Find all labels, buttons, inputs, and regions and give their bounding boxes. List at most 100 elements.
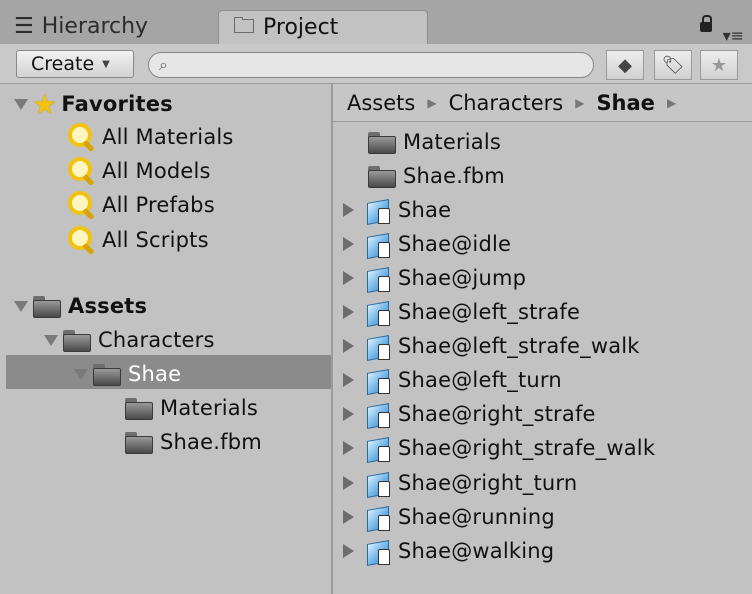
favorites-item-label: All Prefabs xyxy=(102,193,215,217)
expand-arrow-icon[interactable] xyxy=(14,98,28,110)
folder-icon xyxy=(62,328,92,352)
list-item-model[interactable]: Shae@running xyxy=(343,501,555,533)
tree-item-characters[interactable]: Characters xyxy=(44,324,215,356)
list-item-label: Shae@right_turn xyxy=(398,471,578,495)
list-item-label: Shae@left_turn xyxy=(398,368,562,392)
list-item-model[interactable]: Shae@left_strafe_walk xyxy=(343,330,640,362)
folder-icon xyxy=(32,294,62,318)
folder-icon xyxy=(92,362,122,386)
search-filter-icon xyxy=(66,226,96,254)
model-prefab-icon xyxy=(364,434,392,462)
tag-icon: 🏷 xyxy=(661,54,685,76)
expand-arrow-icon[interactable] xyxy=(343,441,354,455)
favorites-item[interactable]: All Materials xyxy=(66,121,234,153)
tree-item-assets[interactable]: Assets xyxy=(14,290,147,322)
list-item-label: Shae@right_strafe_walk xyxy=(398,436,656,460)
model-prefab-icon xyxy=(364,196,392,224)
save-search-button[interactable]: ★ xyxy=(700,50,738,80)
expand-arrow-icon[interactable] xyxy=(343,373,354,387)
create-button[interactable]: Create ▼ xyxy=(16,50,134,78)
star-icon: ★ xyxy=(710,54,728,76)
folder-icon xyxy=(124,396,154,420)
expand-arrow-icon[interactable] xyxy=(343,203,354,217)
favorites-item[interactable]: All Prefabs xyxy=(66,189,215,221)
list-item-label: Shae@left_strafe_walk xyxy=(398,334,640,358)
expand-arrow-icon[interactable] xyxy=(343,407,354,421)
list-item-folder[interactable]: Materials xyxy=(367,126,501,158)
list-icon: ☰ xyxy=(14,13,34,39)
filter-by-type-button[interactable]: ◆ xyxy=(606,50,644,80)
tab-project[interactable]: 🗀 Project xyxy=(218,10,428,44)
model-prefab-icon xyxy=(364,503,392,531)
toolbar: Create ▼ ⌕ ◆ 🏷 ★ xyxy=(0,44,752,84)
favorites-label: Favorites xyxy=(61,92,173,116)
list-item-model[interactable]: Shae@right_turn xyxy=(343,467,577,499)
folder-icon: 🗀 xyxy=(233,13,256,39)
expand-arrow-icon[interactable] xyxy=(343,476,354,490)
tree-item-label: Shae.fbm xyxy=(160,430,262,454)
folder-icon xyxy=(367,164,397,188)
search-filter-icon xyxy=(66,157,96,185)
list-item-model[interactable]: Shae@jump xyxy=(343,262,526,294)
list-item-model[interactable]: Shae@right_strafe_walk xyxy=(343,432,655,464)
list-item-model[interactable]: Shae xyxy=(343,194,451,226)
expand-arrow-icon[interactable] xyxy=(14,300,28,312)
tree-item-materials[interactable]: Materials xyxy=(124,392,258,424)
star-icon: ★ xyxy=(32,87,58,121)
expand-arrow-icon[interactable] xyxy=(343,339,354,353)
list-item-label: Shae.fbm xyxy=(403,164,505,188)
favorites-item-label: All Models xyxy=(102,159,211,183)
model-prefab-icon xyxy=(364,264,392,292)
model-prefab-icon xyxy=(364,537,392,565)
tab-hierarchy[interactable]: ☰ Hierarchy xyxy=(14,8,148,44)
folder-icon xyxy=(367,130,397,154)
expand-arrow-icon[interactable] xyxy=(343,271,354,285)
list-item-model[interactable]: Shae@walking xyxy=(343,535,554,567)
model-prefab-icon xyxy=(364,400,392,428)
project-window: ☰ Hierarchy 🗀 Project ▾≡ Create ▼ ⌕ ◆ 🏷 … xyxy=(0,0,752,594)
list-item-model[interactable]: Shae@idle xyxy=(343,228,511,260)
chevron-down-icon: ▼ xyxy=(102,58,110,70)
expand-arrow-icon[interactable] xyxy=(343,510,354,524)
list-item-model[interactable]: Shae@right_strafe xyxy=(343,398,596,430)
tab-project-label: Project xyxy=(263,15,339,40)
tree-item-shae-fbm[interactable]: Shae.fbm xyxy=(124,426,262,458)
list-item-folder[interactable]: Shae.fbm xyxy=(367,160,505,192)
list-item-model[interactable]: Shae@left_strafe xyxy=(343,296,580,328)
characters-label: Characters xyxy=(98,328,215,352)
menu-icon[interactable]: ▾≡ xyxy=(723,26,744,45)
expand-arrow-icon[interactable] xyxy=(343,544,354,558)
assets-label: Assets xyxy=(68,294,148,318)
tree-item-label: Materials xyxy=(160,396,259,420)
favorites-item[interactable]: All Scripts xyxy=(66,224,209,256)
breadcrumb-item[interactable]: Assets xyxy=(347,91,415,115)
search-icon: ⌕ xyxy=(159,55,168,74)
model-prefab-icon xyxy=(364,230,392,258)
filter-by-label-button[interactable]: 🏷 xyxy=(654,50,692,80)
lock-icon[interactable] xyxy=(700,15,712,32)
expand-arrow-icon[interactable] xyxy=(44,334,58,346)
favorites-item[interactable]: All Models xyxy=(66,155,211,187)
favorites-item-label: All Scripts xyxy=(102,228,209,252)
breadcrumb-separator-icon: ▶ xyxy=(575,95,585,110)
breadcrumb-item-current[interactable]: Shae xyxy=(596,91,655,115)
breadcrumb-item[interactable]: Characters xyxy=(449,91,564,115)
tree-item-favorites[interactable]: ★ Favorites xyxy=(14,87,173,121)
shae-label: Shae xyxy=(128,362,182,386)
asset-list-pane: Assets ▶ Characters ▶ Shae ▶ Materials S… xyxy=(333,84,752,594)
expand-arrow-icon[interactable] xyxy=(343,305,354,319)
model-prefab-icon xyxy=(364,298,392,326)
list-item-label: Shae@right_strafe xyxy=(398,402,596,426)
tree-item-shae[interactable]: Shae xyxy=(74,358,181,390)
list-item-label: Shae@idle xyxy=(398,232,512,256)
expand-arrow-icon[interactable] xyxy=(74,368,88,380)
list-item-label: Materials xyxy=(403,130,502,154)
tab-hierarchy-label: Hierarchy xyxy=(41,13,149,39)
list-item-label: Shae@jump xyxy=(398,266,527,290)
list-item-model[interactable]: Shae@left_turn xyxy=(343,364,562,396)
search-input[interactable]: ⌕ xyxy=(148,52,594,78)
list-item-label: Shae@running xyxy=(398,505,555,529)
breadcrumb-separator-icon: ▶ xyxy=(427,95,437,110)
shapes-icon: ◆ xyxy=(618,54,632,76)
expand-arrow-icon[interactable] xyxy=(343,237,354,251)
